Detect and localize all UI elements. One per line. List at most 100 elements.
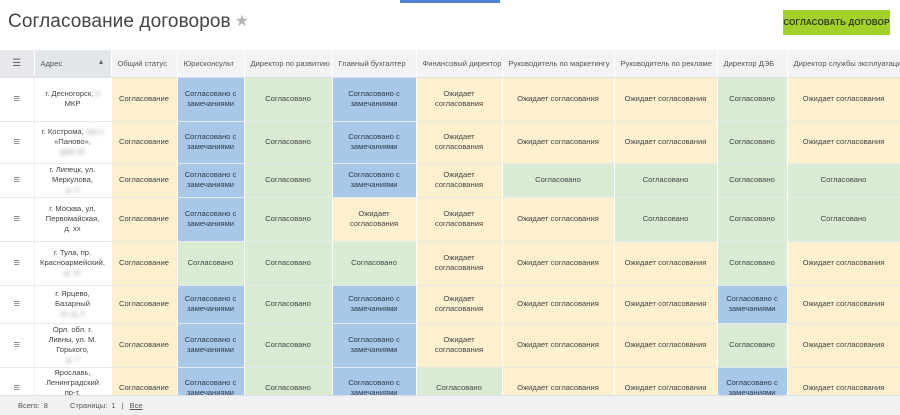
status-cell: Согласовано с замечаниями (332, 163, 417, 198)
column-header-advertising-head[interactable]: Руководитель по рекламе (614, 50, 718, 78)
status-cell: Согласовано (244, 285, 333, 324)
column-header-legal[interactable]: Юрисконсульт (177, 50, 245, 78)
status-cell: Ожидает согласования (614, 323, 718, 368)
status-cell: Согласовано с замечаниями (717, 285, 788, 324)
table-row[interactable]: ≡Ярославь, Ленинградский пр-т, д. 45 Сог… (0, 367, 900, 395)
table-row[interactable]: ≡ Орл. обл. г. Ливны, ул. М. Горького, д.… (0, 323, 900, 368)
status-cell: Согласование (111, 121, 178, 164)
row-menu-icon[interactable]: ≡ (0, 77, 35, 122)
status-cell: Согласовано (502, 163, 615, 198)
total-label: Всего: (18, 401, 40, 410)
show-all-link[interactable]: Все (130, 401, 143, 410)
address-line: Базарный (55, 299, 90, 309)
footer-separator: | (121, 401, 124, 410)
address-cell: г. Десногорск, 3 МКР (34, 77, 112, 122)
table-row[interactable]: ≡ г. Тула, пр. Красноармейский, д. 11 Сог… (0, 241, 900, 286)
status-cell: Согласовано с замечаниями (332, 285, 417, 324)
address-cell: г. Липецк, ул. Меркулова, д. 2 (34, 163, 112, 198)
status-cell: Ожидает согласования (416, 77, 503, 122)
table-row[interactable]: ≡ г. Москва, ул. Первомайская, д. хх Согл… (0, 197, 900, 242)
status-cell: Ожидает согласования (614, 241, 718, 286)
address-cell: г. Ярцево, Базарный хх, д. 2 (34, 285, 112, 324)
status-cell: Ожидает согласования (502, 77, 615, 122)
row-menu-icon[interactable]: ≡ (0, 197, 35, 242)
address-cell: Орл. обл. г. Ливны, ул. М. Горького, д. … (34, 323, 112, 368)
status-cell: Согласовано (244, 121, 333, 164)
address-line: г. Липецк, ул. (49, 165, 96, 175)
row-menu-icon[interactable]: ≡ (0, 163, 35, 198)
status-cell: Ожидает согласования (502, 323, 615, 368)
address-line: пр-т, (64, 388, 81, 395)
address-redacted: 3 (95, 89, 100, 99)
address-line: Орл. обл. г. (52, 325, 93, 335)
status-cell: Согласовано с замечаниями (177, 197, 245, 242)
status-cell: Согласовано (717, 77, 788, 122)
address-line: Горького, (56, 345, 89, 354)
column-header-address[interactable]: Адрес ▲ (34, 50, 112, 78)
status-cell: Согласовано с замечаниями (177, 77, 245, 122)
page-title-text: Согласование договоров (8, 11, 231, 32)
status-cell: Согласование (111, 323, 178, 368)
address-line: д. 11 (64, 267, 81, 277)
status-cell: Согласовано (244, 241, 333, 286)
status-cell: Согласовано (717, 121, 788, 164)
column-header-status[interactable]: Общий статус (111, 50, 178, 78)
address-line: «Паново», (54, 137, 91, 147)
status-cell: Согласование (111, 241, 178, 286)
status-cell: Согласовано с замечаниями (177, 163, 245, 198)
status-cell: Согласовано (244, 323, 333, 368)
address-cell: Ярославь, Ленинградский пр-т, д. 45 (34, 367, 112, 395)
contracts-table-wrapper[interactable]: ☰ Адрес ▲ Общий статус Юрисконсульт Дирек… (0, 50, 900, 395)
pages-value[interactable]: 1 (111, 401, 115, 410)
sort-asc-icon[interactable]: ▲ (98, 59, 105, 66)
status-cell: Ожидает согласования (416, 197, 503, 242)
status-cell: Согласовано с замечаниями (332, 323, 417, 368)
status-cell: Ожидает согласования (502, 285, 615, 324)
column-header-dev-director[interactable]: Директор по развитию (244, 50, 333, 78)
row-menu-icon[interactable]: ≡ (0, 121, 35, 164)
status-cell: Согласовано с замечаниями (332, 77, 417, 122)
status-cell: Согласование (111, 285, 178, 324)
status-cell: Согласовано (787, 197, 900, 242)
status-cell: Ожидает согласования (416, 163, 503, 198)
row-menu-icon[interactable]: ≡ (0, 323, 35, 368)
status-cell: Ожидает согласования (502, 197, 615, 242)
status-cell: Ожидает согласования (614, 77, 718, 122)
status-cell: Ожидает согласования (332, 197, 417, 242)
menu-lines-icon[interactable]: ☰ (12, 58, 21, 69)
page-header: Согласование договоров ★ СОГЛАСОВАТЬ ДОГО… (0, 0, 900, 48)
address-line: Меркулова, (52, 175, 93, 185)
pages-label: Страницы: (70, 401, 108, 410)
status-cell: Ожидает согласования (787, 367, 900, 395)
table-row[interactable]: ≡ г. Липецк, ул. Меркулова, д. 2 Согласов… (0, 163, 900, 198)
status-cell: Согласовано (614, 163, 718, 198)
status-cell: Согласование (111, 163, 178, 198)
status-cell: Ожидает согласования (787, 241, 900, 286)
column-menu-header[interactable]: ☰ (0, 50, 35, 78)
table-row[interactable]: ≡ г. Кострома, ххх х «Паново», дом 15 Сог… (0, 121, 900, 164)
column-header-chief-accountant[interactable]: Главный бухгалтер (332, 50, 417, 78)
column-header-finance-director[interactable]: Финансовый директор (416, 50, 503, 78)
status-cell: Согласовано с замечаниями (177, 367, 245, 395)
row-menu-icon[interactable]: ≡ (0, 367, 35, 395)
status-cell: Ожидает согласования (787, 323, 900, 368)
approve-contract-button[interactable]: СОГЛАСОВАТЬ ДОГОВОР (783, 10, 890, 35)
status-cell: Согласование (111, 77, 178, 122)
status-cell: Согласовано (332, 241, 417, 286)
column-header-marketing-head[interactable]: Руководитель по маркетингу (502, 50, 615, 78)
column-header-deb-director[interactable]: Директор ДЭБ (717, 50, 788, 78)
table-footer: Всего: 8 Страницы: 1 | Все (0, 395, 900, 415)
address-line: дом 15 (60, 146, 85, 156)
table-row[interactable]: ≡ г. Ярцево, Базарный хх, д. 2 Согласован… (0, 285, 900, 324)
table-row[interactable]: ≡ г. Десногорск, 3 МКР Согласование Соглас… (0, 77, 900, 122)
status-cell: Согласовано с замечаниями (717, 367, 788, 395)
row-menu-icon[interactable]: ≡ (0, 241, 35, 286)
column-header-maintenance-director[interactable]: Директор службы эксплуатации (787, 50, 900, 78)
address-redacted: ххх х (85, 127, 104, 137)
address-line: Первомайская, (45, 214, 100, 224)
star-icon[interactable]: ★ (235, 13, 249, 30)
row-menu-icon[interactable]: ≡ (0, 285, 35, 324)
address-line: Ленинградский (45, 378, 100, 388)
status-cell: Ожидает согласования (416, 241, 503, 286)
status-cell: Согласовано (244, 77, 333, 122)
